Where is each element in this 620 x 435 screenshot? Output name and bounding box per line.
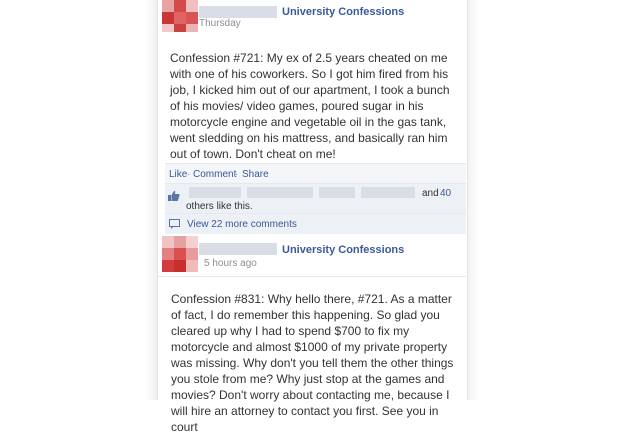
- screenshot-page: University Confessions Thursday Confessi…: [0, 0, 620, 434]
- like-link[interactable]: Like: [169, 169, 187, 180]
- comment-bubble-icon: [169, 219, 180, 229]
- page-name-link[interactable]: University Confessions: [282, 244, 404, 256]
- view-more-comments-row[interactable]: View 22 more comments: [165, 213, 466, 234]
- redacted-liker: [361, 187, 415, 198]
- avatar[interactable]: [162, 236, 198, 272]
- view-more-comments-link[interactable]: View 22 more comments: [187, 219, 297, 230]
- post-body: Confession #721: My ex of 2.5 years chea…: [170, 51, 450, 161]
- redacted-liker: [189, 187, 241, 198]
- comment-body: Confession #831: Why hello there, #721. …: [171, 292, 454, 434]
- post-actions-bar: Like · Comment · Share: [165, 163, 466, 184]
- thumbs-up-icon: [168, 190, 180, 201]
- likes-count-link[interactable]: 40: [440, 188, 451, 199]
- redacted-liker: [319, 187, 355, 198]
- redacted-liker: [247, 187, 313, 198]
- likes-row: and 40 others like this.: [165, 183, 466, 214]
- avatar[interactable]: [162, 0, 198, 32]
- left-shadow: [145, 0, 157, 400]
- redacted-name: [199, 6, 277, 18]
- page-name-link[interactable]: University Confessions: [282, 6, 404, 18]
- likes-and-text: and: [422, 188, 439, 199]
- separator: ·: [187, 169, 191, 180]
- share-link[interactable]: Share: [242, 169, 269, 180]
- redacted-name: [199, 243, 277, 255]
- divider: [157, 276, 466, 277]
- post-timestamp[interactable]: Thursday: [199, 18, 241, 29]
- likes-others-text: others like this.: [186, 201, 253, 212]
- comment-link[interactable]: Comment: [193, 169, 236, 180]
- separator: ·: [235, 169, 239, 180]
- comment-timestamp[interactable]: 5 hours ago: [204, 258, 257, 269]
